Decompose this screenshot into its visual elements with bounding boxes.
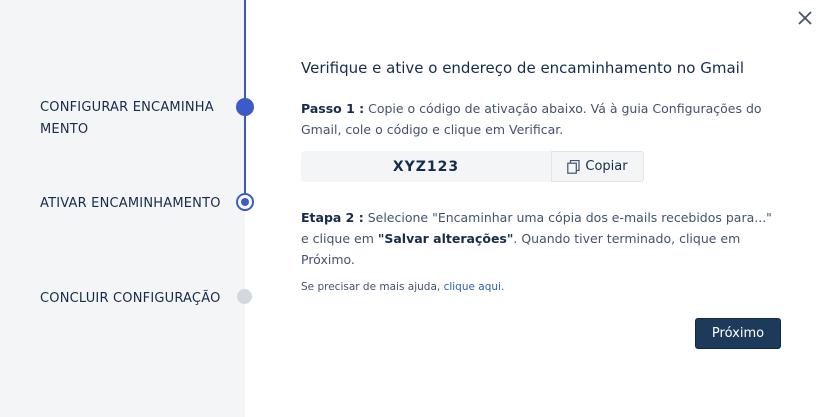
step-dot-active: [236, 193, 254, 211]
help-text: Se precisar de mais ajuda, clique aqui.: [301, 281, 504, 293]
copy-icon: [567, 159, 580, 174]
step-label-concluir: CONCLUIR CONFIGURAÇÃO: [40, 291, 221, 306]
activation-code[interactable]: XYZ123: [301, 151, 551, 182]
step-dot-completed: [236, 98, 254, 116]
step-label-ativar: ATIVAR ENCAMINHAMENTO: [40, 196, 221, 211]
next-button[interactable]: Próximo: [695, 318, 781, 349]
help-link[interactable]: clique aqui: [444, 281, 501, 293]
help-prefix: Se precisar de mais ajuda,: [301, 281, 444, 293]
step2-bold: "Salvar alterações": [377, 231, 514, 246]
step1-prefix: Passo 1 :: [301, 101, 365, 116]
step2-prefix: Etapa 2 :: [301, 210, 364, 225]
help-suffix: .: [500, 281, 505, 293]
copy-button-label: Copiar: [585, 159, 628, 174]
step-label-configurar: CONFIGURAR ENCAMINHAMENTO: [40, 100, 214, 137]
step1-text: Copie o código de ativação abaixo. Vá à …: [301, 101, 762, 137]
wizard-sidebar: CONFIGURAR ENCAMINHAMENTO ATIVAR ENCAMIN…: [0, 0, 254, 417]
step1-instructions: Passo 1 : Copie o código de ativação aba…: [301, 98, 781, 140]
copy-button[interactable]: Copiar: [551, 151, 644, 182]
step2-instructions: Etapa 2 : Selecione "Encaminhar uma cópi…: [301, 207, 781, 270]
close-button[interactable]: [795, 8, 815, 28]
page-title: Verifique e ative o endereço de encaminh…: [301, 59, 744, 77]
step-dot-pending: [237, 289, 252, 304]
close-icon: [798, 11, 812, 25]
